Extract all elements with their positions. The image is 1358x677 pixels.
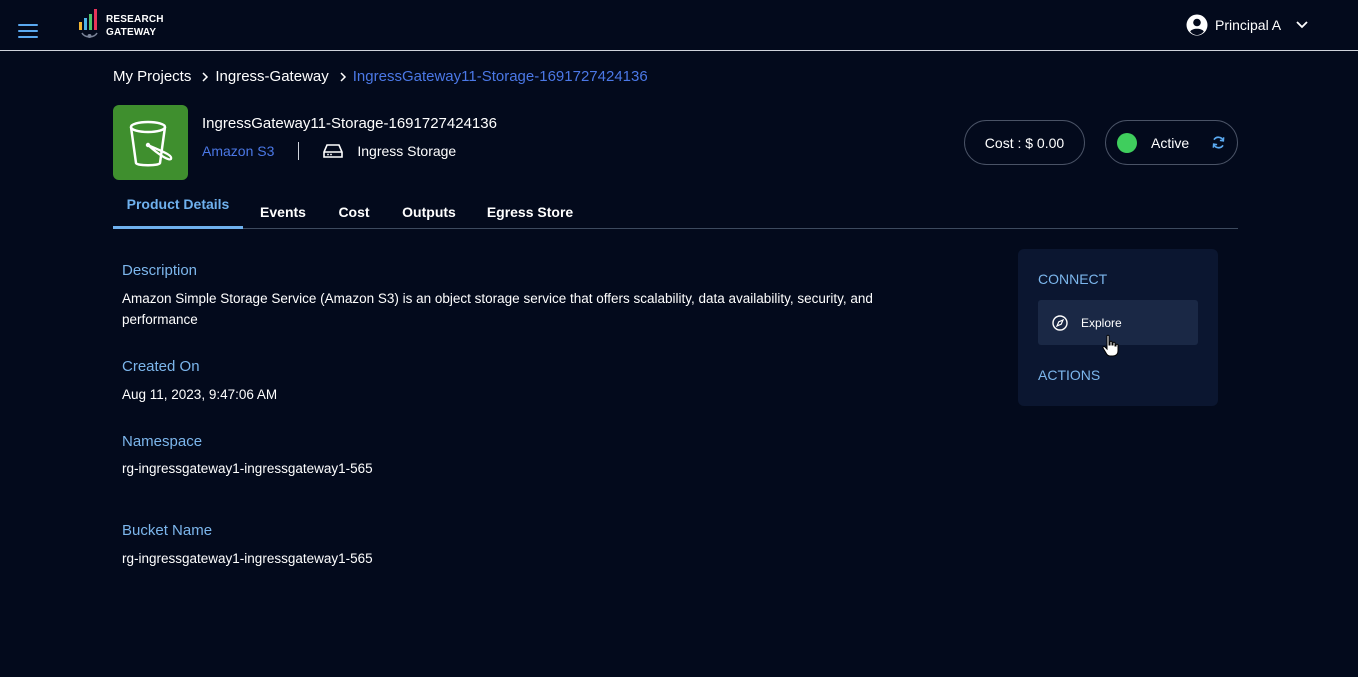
chevron-down-icon[interactable] — [1295, 20, 1309, 30]
tab-egress-store[interactable]: Egress Store — [482, 188, 578, 229]
created-on-label: Created On — [122, 358, 200, 375]
chevron-right-icon — [339, 71, 347, 83]
tab-events[interactable]: Events — [251, 188, 315, 229]
status-indicator — [1117, 132, 1137, 153]
explore-button[interactable]: Explore — [1038, 300, 1198, 345]
product-title: IngressGateway11-Storage-1691727424136 — [202, 115, 497, 132]
breadcrumb-current: IngressGateway11-Storage-1691727424136 — [352, 68, 648, 85]
user-circle-icon — [1186, 14, 1208, 36]
user-name: Principal A — [1215, 17, 1282, 33]
storage-label: Ingress Storage — [357, 143, 457, 159]
explore-label: Explore — [1081, 315, 1122, 330]
divider — [298, 142, 300, 160]
description-label: Description — [122, 262, 198, 279]
created-on-value: Aug 11, 2023, 9:47:06 AM — [122, 387, 278, 402]
namespace-label: Namespace — [122, 433, 203, 450]
product-subtitle: Amazon S3 Ingress Storage — [202, 142, 456, 160]
logo-text: RESEARCH GATEWAY — [106, 13, 164, 39]
status-badge: Active — [1105, 120, 1238, 165]
description-value: Amazon Simple Storage Service (Amazon S3… — [122, 291, 873, 327]
actions-heading: ACTIONS — [1038, 367, 1101, 383]
logo-bars-icon — [79, 9, 98, 38]
cost-value: Cost : $ 0.00 — [984, 134, 1065, 151]
chevron-right-icon — [201, 71, 209, 83]
refresh-icon[interactable] — [1211, 135, 1226, 150]
research-gateway-logo[interactable]: RESEARCH GATEWAY — [78, 8, 178, 44]
tab-bar: Product Details Events Cost Outputs Egre… — [113, 188, 1238, 229]
breadcrumb-project[interactable]: Ingress-Gateway — [215, 68, 328, 85]
compass-icon — [1052, 314, 1068, 331]
namespace-value: rg-ingressgateway1-ingressgateway1-565 — [122, 461, 373, 476]
hard-drive-icon — [323, 144, 344, 158]
tab-outputs[interactable]: Outputs — [394, 188, 464, 229]
tab-product-details[interactable]: Product Details — [113, 188, 243, 229]
bucket-name-value: rg-ingressgateway1-ingressgateway1-565 — [122, 551, 373, 566]
top-bar: RESEARCH GATEWAY Principal A — [0, 0, 1358, 51]
status-label: Active — [1151, 134, 1190, 151]
product-type: Amazon S3 — [202, 143, 275, 159]
s3-bucket-icon — [113, 105, 188, 180]
hamburger-menu-icon[interactable] — [18, 24, 38, 38]
logo-line-2: GATEWAY — [106, 27, 157, 38]
logo-line-1: RESEARCH — [106, 14, 164, 25]
connect-heading: CONNECT — [1038, 271, 1108, 287]
connect-actions-panel: CONNECT Explore ACTIONS — [1018, 249, 1218, 406]
bucket-name-label: Bucket Name — [122, 522, 213, 539]
cost-badge: Cost : $ 0.00 — [964, 120, 1085, 165]
tab-cost[interactable]: Cost — [331, 188, 377, 229]
breadcrumb: My Projects Ingress-Gateway IngressGatew… — [113, 68, 648, 85]
breadcrumb-my-projects[interactable]: My Projects — [113, 68, 191, 85]
user-menu[interactable]: Principal A — [1186, 12, 1309, 38]
